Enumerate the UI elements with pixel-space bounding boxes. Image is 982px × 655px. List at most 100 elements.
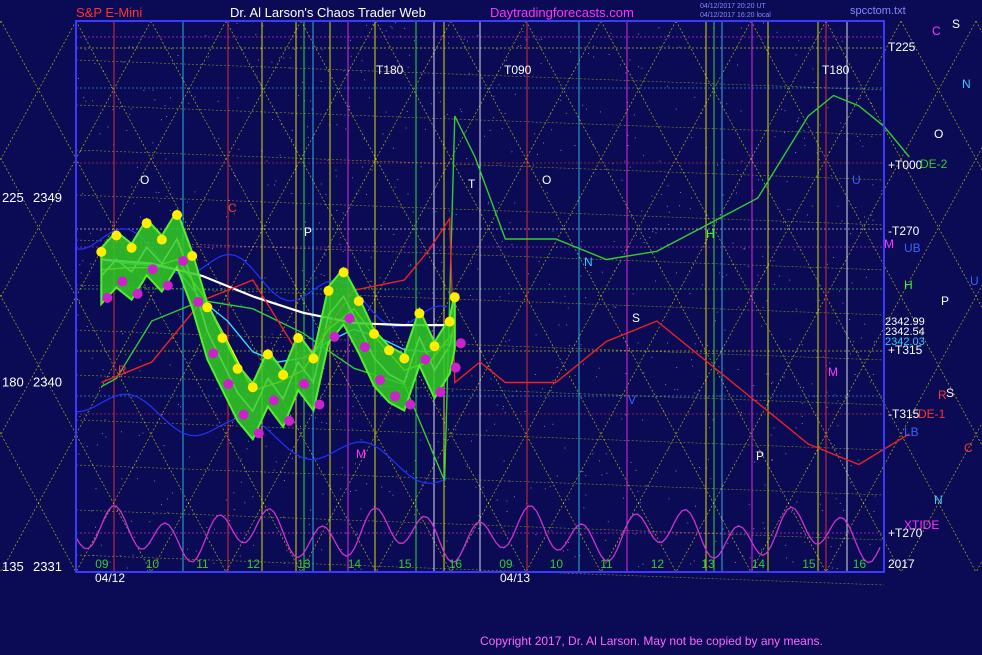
right-label: C	[932, 24, 941, 38]
x-year-label: 2017	[888, 557, 915, 571]
top-label: T090	[504, 63, 532, 77]
y-tick-label-right: 2349	[33, 190, 62, 205]
chart-letter: S	[632, 311, 640, 325]
high-dot	[202, 302, 213, 313]
high-dot	[353, 296, 364, 307]
right-label: T225	[888, 40, 916, 54]
chart-letter: O	[140, 173, 149, 187]
low-dot	[314, 399, 325, 410]
low-dot	[223, 379, 234, 389]
x-hour-label: 11	[600, 557, 613, 571]
chart-letter: C	[964, 441, 973, 455]
x-hour-label: 09	[499, 557, 513, 571]
chart-svg: S&P E-Mini Dr. Al Larson's Chaos Trader …	[0, 0, 982, 650]
right-label: H	[904, 278, 913, 292]
low-dot	[117, 276, 128, 287]
x-hour-label: 16	[853, 557, 867, 571]
high-dot	[111, 230, 122, 241]
x-hour-label: 10	[550, 557, 564, 571]
high-dot	[232, 363, 243, 374]
high-dot	[156, 234, 167, 245]
x-date-label: 04/12	[95, 571, 125, 585]
chart-letter: V	[628, 393, 636, 407]
low-dot	[390, 391, 401, 402]
top-label: T180	[376, 63, 404, 77]
high-dot	[96, 246, 107, 257]
high-dot	[338, 267, 349, 278]
chart-letter: T	[468, 177, 476, 191]
low-dot	[268, 395, 279, 406]
high-dot	[399, 353, 410, 364]
low-dot	[178, 256, 188, 266]
high-dot	[217, 333, 228, 343]
chart-letter: N	[934, 493, 943, 507]
symbol-label: S&P E-Mini	[76, 5, 142, 20]
high-dot	[187, 251, 198, 261]
right-label: UB	[904, 241, 921, 255]
high-dot	[141, 218, 152, 229]
high-dot	[414, 308, 425, 319]
top-label: T180	[822, 63, 850, 77]
x-hour-label: 15	[398, 557, 412, 571]
y-tick-label-left: 225	[2, 190, 24, 205]
high-dot	[278, 369, 289, 380]
high-dot	[172, 210, 182, 220]
low-dot	[162, 280, 173, 291]
low-dot	[238, 409, 249, 420]
x-hour-label: 11	[196, 557, 209, 571]
file-name: spcctom.txt	[850, 5, 906, 17]
high-dot	[369, 328, 379, 339]
right-label: O	[934, 127, 943, 141]
low-dot	[253, 428, 264, 439]
right-label: +T315	[888, 343, 923, 357]
chart-letter: M	[356, 447, 366, 461]
y-tick-label-left: 135	[2, 559, 24, 574]
high-dot	[308, 353, 319, 364]
right-label: DE-1	[918, 407, 946, 421]
chart-letter: O	[542, 173, 551, 187]
low-dot	[299, 379, 310, 389]
right-label: N	[962, 77, 971, 91]
right-label: -T270	[888, 224, 920, 238]
chart-letter: U	[852, 173, 861, 187]
chart-letter: H	[706, 227, 715, 241]
low-dot	[405, 399, 416, 410]
right-label: XTIDE	[904, 518, 939, 532]
chart-letter: P	[756, 449, 764, 463]
right-label: +T000	[888, 158, 923, 172]
low-dot	[450, 362, 461, 373]
right-label: M	[884, 237, 894, 251]
x-hour-label: 13	[297, 557, 311, 571]
x-hour-label: 15	[802, 557, 816, 571]
low-dot	[359, 342, 370, 353]
chart-canvas: S&P E-Mini Dr. Al Larson's Chaos Trader …	[0, 0, 982, 650]
high-dot	[323, 285, 334, 296]
right-label: DE-2	[920, 157, 948, 171]
high-dot	[429, 341, 440, 352]
y-tick-label-right: 2331	[33, 559, 62, 574]
high-dot	[449, 292, 460, 303]
chart-letter: R	[118, 363, 127, 377]
high-dot	[444, 316, 455, 327]
x-date-label: 04/13	[500, 571, 530, 585]
high-dot	[262, 349, 273, 360]
low-dot	[375, 374, 385, 385]
chart-letter: M	[828, 365, 838, 379]
right-label: P	[941, 294, 949, 308]
y-tick-label-left: 180	[2, 375, 24, 390]
low-dot	[455, 338, 466, 349]
x-hour-label: 13	[701, 557, 715, 571]
chart-letter: S	[946, 386, 954, 400]
high-dot	[293, 333, 304, 343]
x-hour-label: 12	[247, 557, 261, 571]
right-label: LB	[904, 425, 919, 439]
right-label: U	[970, 274, 979, 288]
timestamp-local: 04/12/2017 16:20 local	[700, 12, 771, 19]
chart-letter: P	[304, 225, 312, 239]
site-url[interactable]: Daytradingforecasts.com	[490, 5, 634, 20]
timestamp-ut: 04/12/2017 20:20 UT	[700, 3, 766, 10]
low-dot	[132, 288, 143, 299]
chart-letter: N	[584, 255, 593, 269]
low-dot	[147, 264, 158, 275]
low-dot	[102, 292, 113, 303]
